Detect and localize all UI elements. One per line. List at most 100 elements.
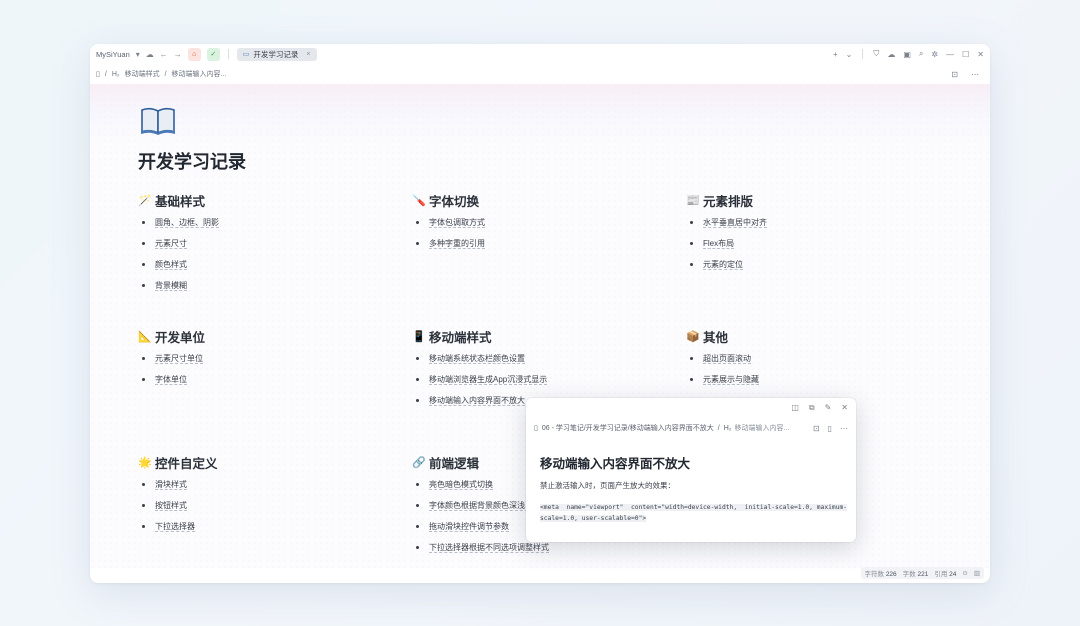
code-snippet[interactable]: <meta name="viewport" content="width=dev… [540, 502, 848, 524]
code-text: <meta name="viewport" content="width=dev… [540, 504, 848, 522]
block-ref-link[interactable]: 滑块样式 [155, 480, 187, 490]
forward-arrow-icon[interactable]: → [174, 50, 182, 59]
list-item[interactable]: 超出页面滚动 [686, 354, 936, 375]
back-arrow-icon[interactable]: ← [160, 50, 168, 59]
minimize-icon[interactable]: — [946, 50, 954, 59]
block-ref-link[interactable]: 元素展示与隐藏 [703, 375, 759, 385]
page-title[interactable]: 开发学习记录 [138, 148, 246, 174]
list-item[interactable]: 下拉选择器根据不同选项调整样式 [412, 543, 662, 564]
settings-icon[interactable]: ✲ [931, 50, 938, 59]
block-ref-link[interactable]: 拖动滑块控件调节参数 [429, 522, 509, 532]
list-item[interactable]: 多种字重的引用 [412, 239, 662, 260]
layout-icon[interactable]: ▣ [903, 50, 911, 59]
block-ref-link[interactable]: 水平垂直居中对齐 [703, 218, 767, 228]
list-item[interactable]: 字体单位 [138, 375, 388, 396]
tab-development-notes[interactable]: ▭ 开发学习记录 × [236, 47, 317, 61]
section-list: 滑块样式按钮样式下拉选择器 [138, 480, 388, 543]
sidebar-open-icon[interactable]: ◫ [791, 403, 799, 413]
popup-heading[interactable]: 移动端输入内容界面不放大 [540, 453, 690, 472]
chevron-down-icon[interactable]: ▾ [136, 50, 140, 59]
block-ref-link[interactable]: 元素的定位 [703, 260, 743, 270]
block-ref-link[interactable]: Flex布局 [703, 239, 735, 249]
breadcrumb-current[interactable]: 移动端输入内容... [172, 69, 227, 79]
help-icon[interactable]: ⊙ [962, 569, 967, 577]
document-icon[interactable]: ▯ [828, 424, 832, 433]
section-list: 圆角、边框、阴影 元素尺寸颜色样式背景模糊 [138, 218, 388, 302]
more-icon[interactable]: ⋯ [971, 70, 979, 79]
list-item[interactable]: 元素展示与隐藏 [686, 375, 936, 396]
open-external-icon[interactable]: ⧉ [809, 403, 815, 413]
list-item[interactable]: 移动端浏览器生成App沉浸式显示 [412, 375, 662, 396]
pin-icon[interactable]: ✎ [825, 403, 832, 413]
block-preview-popup[interactable]: ◫ ⧉ ✎ ✕ ▯ 06 - 学习笔记/开发学习记录/移动端输入内容界面不放大 … [526, 398, 856, 542]
block-ref-link[interactable]: 背景模糊 [155, 281, 187, 291]
block-ref-link[interactable]: 下拉选择器根据不同选项调整样式 [429, 543, 549, 553]
more-icon[interactable]: ⋯ [840, 424, 848, 433]
block-ref-link[interactable]: 元素尺寸 [155, 239, 187, 249]
list-item[interactable]: 移动端系统状态栏颜色设置 [412, 354, 662, 375]
list-item[interactable]: 圆角、边框、阴影 [138, 218, 388, 239]
section-heading[interactable]: 📰 元素排版 [686, 192, 936, 209]
section-heading[interactable]: 🪄 基础样式 [138, 192, 388, 209]
block-ref-link[interactable]: 颜色样式 [155, 260, 187, 270]
list-item[interactable]: 背景模糊 [138, 281, 388, 302]
block-ref-link[interactable]: 移动端系统状态栏颜色设置 [429, 354, 525, 364]
panel-icon[interactable]: ▥ [974, 569, 980, 577]
list-item[interactable]: Flex布局 [686, 239, 936, 260]
section-6: 🌟 控件自定义滑块样式按钮样式下拉选择器 [138, 454, 388, 543]
lock-icon[interactable]: ⊡ [813, 424, 820, 433]
section-emoji-icon: 📰 [686, 194, 700, 207]
document-icon: ▯ [534, 425, 538, 432]
cloud-sync-icon[interactable]: ☁ [887, 50, 895, 59]
section-heading[interactable]: 📐 开发单位 [138, 328, 388, 345]
block-ref-link[interactable]: 圆角、边框、阴影 [155, 218, 219, 228]
block-ref-link[interactable]: 移动端输入内容界面不放大 [429, 396, 525, 406]
search-icon[interactable]: ⌕ [919, 49, 923, 59]
block-ref-link[interactable]: 亮色暗色模式切换 [429, 480, 493, 490]
list-item[interactable]: 元素尺寸 [138, 239, 388, 260]
tab-list-chevron-icon[interactable]: ⌄ [846, 50, 853, 59]
block-ref-link[interactable]: 超出页面滚动 [703, 354, 751, 364]
block-ref-link[interactable]: 按钮样式 [155, 501, 187, 511]
close-icon[interactable]: ✕ [841, 403, 848, 413]
list-item[interactable]: 按钮样式 [138, 501, 388, 522]
check-icon[interactable]: ✓ [206, 47, 220, 61]
popup-description[interactable]: 禁止激活输入时，页面产生放大的效果： [540, 480, 675, 491]
section-heading[interactable]: 🪛 字体切换 [412, 192, 662, 209]
cloud-icon[interactable]: ☁ [146, 50, 154, 59]
plus-icon[interactable]: + [833, 50, 838, 59]
block-ref-link[interactable]: 字体单位 [155, 375, 187, 385]
lock-icon[interactable]: ⊡ [951, 70, 958, 79]
popup-path[interactable]: 06 - 学习笔记/开发学习记录/移动端输入内容界面不放大 [542, 423, 714, 433]
list-item[interactable]: 水平垂直居中对齐 [686, 218, 936, 239]
block-ref-link[interactable]: 下拉选择器 [155, 522, 195, 532]
list-item[interactable]: 滑块样式 [138, 480, 388, 501]
section-emoji-icon: 📐 [138, 330, 152, 343]
popup-crumb-current[interactable]: 移动端输入内容... [735, 423, 790, 433]
block-ref-link[interactable]: 元素尺寸单位 [155, 354, 203, 364]
block-ref-link[interactable]: 移动端浏览器生成App沉浸式显示 [429, 375, 548, 385]
list-item[interactable]: 下拉选择器 [138, 522, 388, 543]
block-ref-link[interactable]: 字体包调取方式 [429, 218, 485, 228]
document-icon[interactable]: ▯ [96, 70, 100, 78]
block-ref-link[interactable]: 多种字重的引用 [429, 239, 485, 249]
workspace-selector[interactable]: MySiYuan [96, 50, 130, 59]
heading-marker[interactable]: H₂ [112, 71, 120, 78]
list-item[interactable]: 元素尺寸单位 [138, 354, 388, 375]
heading-marker: H₂ [723, 424, 732, 432]
home-icon[interactable]: ⌂ [187, 47, 201, 61]
section-heading[interactable]: 📱 移动端样式 [412, 328, 662, 345]
block-ref-link[interactable]: 字体颜色根据背景颜色深浅自 [429, 501, 533, 511]
breadcrumb-item-doc[interactable]: 移动端样式 [125, 69, 160, 79]
close-tab-icon[interactable]: × [306, 51, 310, 58]
maximize-icon[interactable]: ☐ [962, 50, 969, 59]
list-item[interactable]: 字体包调取方式 [412, 218, 662, 239]
section-heading[interactable]: 🌟 控件自定义 [138, 454, 388, 471]
shield-icon[interactable]: ⛉ [873, 49, 879, 59]
list-item[interactable]: 元素的定位 [686, 260, 936, 281]
section-heading[interactable]: 📦 其他 [686, 328, 936, 345]
close-icon[interactable]: ✕ [977, 50, 984, 59]
section-emoji-icon: 📱 [412, 330, 426, 343]
list-item[interactable]: 颜色样式 [138, 260, 388, 281]
popup-breadcrumb: ▯ 06 - 学习笔记/开发学习记录/移动端输入内容界面不放大 / H₂ 移动端… [534, 423, 848, 433]
